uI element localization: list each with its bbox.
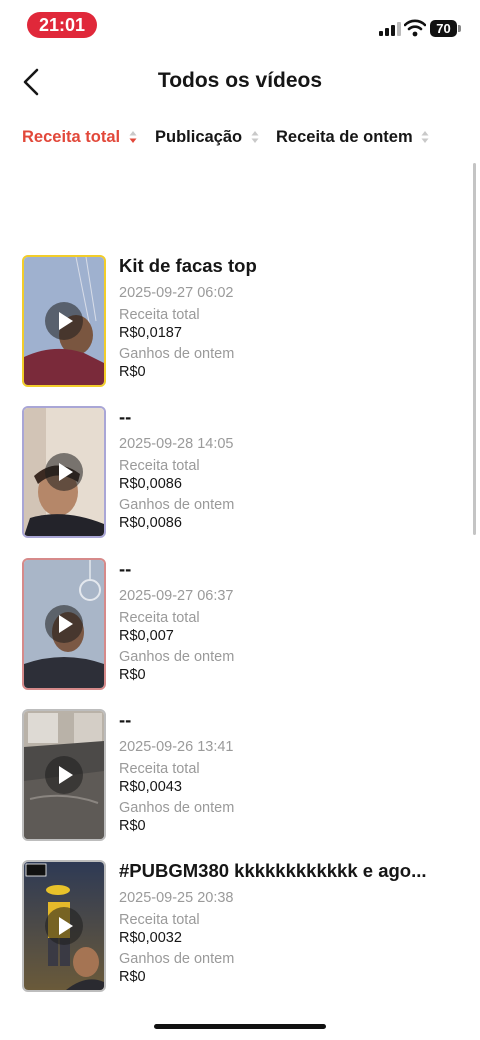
sort-arrows-icon: [421, 130, 429, 143]
sort-tab-receita-de-ontem[interactable]: Receita de ontem: [276, 128, 429, 147]
yesterday-earnings-value: R$0: [119, 969, 146, 985]
status-time: 21:01: [27, 12, 97, 38]
status-bar: 21:01 70: [0, 0, 480, 50]
total-revenue-label: Receita total: [119, 458, 200, 474]
video-date: 2025-09-27 06:37: [119, 588, 234, 604]
sort-tab-label: Receita de ontem: [276, 128, 413, 146]
sort-tab-publicacao[interactable]: Publicação: [155, 128, 259, 147]
sort-tab-label: Publicação: [155, 128, 243, 146]
video-date: 2025-09-27 06:02: [119, 285, 234, 301]
scrollbar[interactable]: [473, 163, 476, 535]
video-thumbnail[interactable]: [22, 709, 106, 841]
yesterday-earnings-label: Ganhos de ontem: [119, 951, 235, 967]
battery-level: 70: [430, 20, 457, 37]
play-icon: [45, 756, 83, 794]
total-revenue-label: Receita total: [119, 307, 200, 323]
total-revenue-value: R$0,0032: [119, 930, 182, 946]
video-thumbnail[interactable]: [22, 255, 106, 387]
sort-tab-label: Receita total: [22, 128, 121, 146]
video-list-item[interactable]: -- 2025-09-28 14:05 Receita total R$0,00…: [22, 406, 462, 540]
video-title: --: [119, 709, 132, 730]
video-list-item[interactable]: #PUBGM380 kkkkkkkkkkkk e ago... 2025-09-…: [22, 860, 462, 994]
wifi-icon: [404, 19, 426, 37]
video-title: Kit de facas top: [119, 255, 257, 276]
total-revenue-value: R$0,0187: [119, 325, 182, 341]
video-list-item[interactable]: -- 2025-09-27 06:37 Receita total R$0,00…: [22, 558, 462, 692]
video-thumbnail[interactable]: [22, 558, 106, 690]
video-title: #PUBGM380 kkkkkkkkkkkk e ago...: [119, 860, 427, 881]
video-thumbnail[interactable]: [22, 860, 106, 992]
video-date: 2025-09-26 13:41: [119, 739, 234, 755]
video-title: --: [119, 406, 132, 427]
total-revenue-label: Receita total: [119, 761, 200, 777]
sort-arrows-icon: [251, 130, 259, 143]
play-icon: [45, 453, 83, 491]
sort-tab-receita-total[interactable]: Receita total: [22, 128, 137, 147]
video-title: --: [119, 558, 132, 579]
play-icon: [45, 302, 83, 340]
play-icon: [45, 907, 83, 945]
sort-arrows-icon: [129, 130, 137, 143]
total-revenue-label: Receita total: [119, 912, 200, 928]
play-icon: [45, 605, 83, 643]
page-title: Todos os vídeos: [157, 69, 323, 92]
yesterday-earnings-value: R$0,0086: [119, 515, 182, 531]
video-thumbnail[interactable]: [22, 406, 106, 538]
video-list-item[interactable]: -- 2025-09-26 13:41 Receita total R$0,00…: [22, 709, 462, 843]
total-revenue-value: R$0,0043: [119, 779, 182, 795]
video-date: 2025-09-28 14:05: [119, 436, 234, 452]
nav-bar: Todos os vídeos: [0, 55, 480, 110]
cellular-signal-icon: [379, 22, 403, 36]
yesterday-earnings-value: R$0: [119, 818, 146, 834]
battery-cap: [458, 25, 461, 32]
yesterday-earnings-label: Ganhos de ontem: [119, 346, 235, 362]
yesterday-earnings-label: Ganhos de ontem: [119, 649, 235, 665]
yesterday-earnings-label: Ganhos de ontem: [119, 497, 235, 513]
yesterday-earnings-label: Ganhos de ontem: [119, 800, 235, 816]
video-date: 2025-09-25 20:38: [119, 890, 234, 906]
video-list-item[interactable]: Kit de facas top 2025-09-27 06:02 Receit…: [22, 255, 462, 389]
total-revenue-label: Receita total: [119, 610, 200, 626]
yesterday-earnings-value: R$0: [119, 667, 146, 683]
home-indicator[interactable]: [154, 1024, 326, 1029]
total-revenue-value: R$0,0086: [119, 476, 182, 492]
sort-bar: Receita total Publicação Receita de onte…: [0, 120, 480, 160]
total-revenue-value: R$0,007: [119, 628, 174, 644]
yesterday-earnings-value: R$0: [119, 364, 146, 380]
